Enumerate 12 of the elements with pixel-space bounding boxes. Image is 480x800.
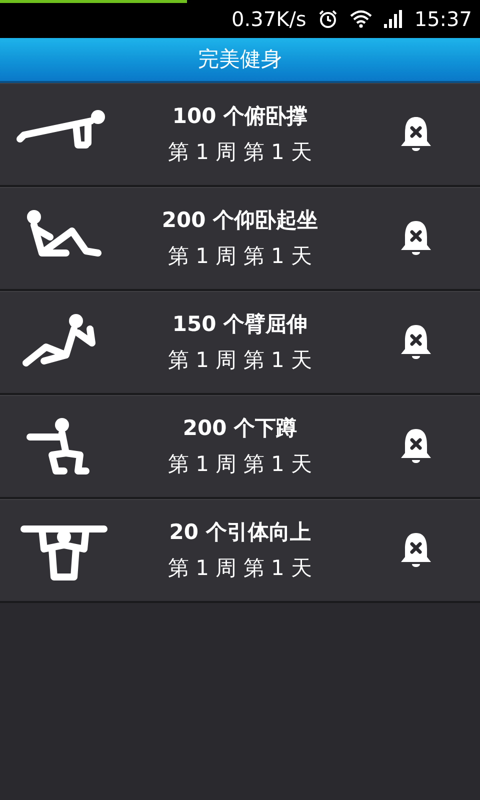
- network-speed: 0.37K/s: [232, 6, 306, 33]
- exercise-name: 200 个仰卧起坐: [162, 207, 318, 234]
- exercise-name: 150 个臂屈伸: [172, 311, 308, 338]
- app-title: 完美健身: [198, 46, 282, 73]
- alarm-clock-icon: [318, 9, 338, 29]
- exercise-name: 200 个下蹲: [182, 415, 298, 442]
- exercise-name: 20 个引体向上: [169, 519, 311, 546]
- signal-icon: [384, 10, 402, 28]
- exercise-name: 100 个俯卧撑: [172, 103, 308, 130]
- wifi-icon: [350, 10, 372, 28]
- clock-time: 15:37: [414, 6, 472, 33]
- squat-figure-drawing: [26, 418, 90, 474]
